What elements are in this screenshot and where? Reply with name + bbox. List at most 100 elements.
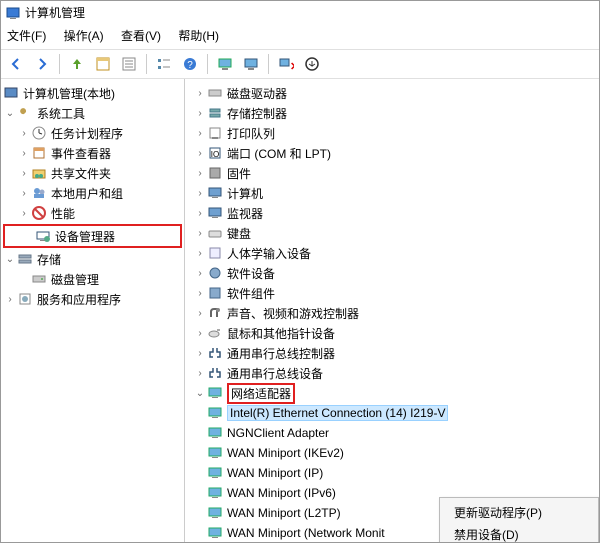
expand-toggle[interactable]: › [193, 88, 207, 99]
device-category-label: 计算机 [227, 185, 263, 202]
right-pane: ›磁盘驱动器›存储控制器›打印队列›IO端口 (COM 和 LPT)›固件›计算… [185, 79, 599, 543]
svg-text:✕: ✕ [290, 61, 294, 72]
device-category-label: 监视器 [227, 205, 263, 222]
expand-toggle[interactable]: › [17, 188, 31, 199]
tree-local-users[interactable]: › 本地用户和组 [3, 183, 182, 203]
expand-toggle[interactable]: ⌄ [193, 388, 207, 399]
expand-toggle[interactable]: › [193, 288, 207, 299]
event-log-icon [31, 145, 47, 161]
services-icon [17, 291, 33, 307]
up-level-icon[interactable] [66, 53, 88, 75]
device-category[interactable]: ›人体学输入设备 [187, 243, 597, 263]
show-tree-icon[interactable] [92, 53, 114, 75]
nav-forward-icon[interactable] [31, 53, 53, 75]
app-window: 计算机管理 文件(F) 操作(A) 查看(V) 帮助(H) ? ✕ [0, 0, 600, 543]
device-item-label: WAN Miniport (IPv6) [227, 486, 336, 500]
expand-toggle[interactable]: › [193, 228, 207, 239]
expand-toggle[interactable]: › [17, 148, 31, 159]
device-category[interactable]: › 监视器 [187, 203, 597, 223]
expand-toggle[interactable]: › [193, 148, 207, 159]
device-category-icon [207, 345, 223, 361]
tree-performance[interactable]: › 性能 [3, 203, 182, 223]
device-item[interactable]: WAN Miniport (IP) [187, 463, 597, 483]
device-category-icon [207, 365, 223, 381]
menu-disable-device[interactable]: 禁用设备(D) [440, 524, 598, 543]
toolbar-separator [268, 54, 269, 74]
svg-text:IO: IO [211, 150, 219, 159]
device-category-icon [207, 305, 223, 321]
device-category[interactable]: ›IO端口 (COM 和 LPT) [187, 143, 597, 163]
expand-toggle[interactable]: › [193, 188, 207, 199]
device-category[interactable]: ›打印队列 [187, 123, 597, 143]
nav-back-icon[interactable] [5, 53, 27, 75]
users-icon [31, 185, 47, 201]
device-category[interactable]: ›软件设备 [187, 263, 597, 283]
expand-toggle[interactable]: › [193, 208, 207, 219]
tree-event-viewer[interactable]: › 事件查看器 [3, 143, 182, 163]
help-icon[interactable]: ? [179, 53, 201, 75]
device-category-icon [207, 185, 223, 201]
tree-services-apps[interactable]: › 服务和应用程序 [3, 289, 182, 309]
tree-storage[interactable]: ⌄ 存储 [3, 249, 182, 269]
nic-icon [207, 485, 223, 501]
expand-toggle[interactable]: › [193, 328, 207, 339]
expand-toggle[interactable]: › [193, 128, 207, 139]
device-item[interactable]: Intel(R) Ethernet Connection (14) I219-V [187, 403, 597, 423]
device-category[interactable]: ›通用串行总线控制器 [187, 343, 597, 363]
device-monitor2-icon[interactable] [240, 53, 262, 75]
menu-help[interactable]: 帮助(H) [178, 29, 219, 43]
expand-toggle[interactable]: › [193, 108, 207, 119]
device-item-label: WAN Miniport (Network Monit [227, 526, 385, 540]
tree-system-tools[interactable]: ⌄ 系统工具 [3, 103, 182, 123]
highlight-network-adapters: 网络适配器 [227, 383, 295, 404]
scan-hardware-icon[interactable] [301, 53, 323, 75]
menu-file[interactable]: 文件(F) [7, 29, 46, 43]
tree-label: 计算机管理(本地) [23, 85, 115, 102]
tree-root[interactable]: 计算机管理(本地) [3, 83, 182, 103]
expand-toggle[interactable]: › [17, 128, 31, 139]
expand-toggle[interactable]: › [193, 268, 207, 279]
expand-toggle[interactable]: › [193, 248, 207, 259]
device-category[interactable]: ›存储控制器 [187, 103, 597, 123]
device-category-network[interactable]: ⌄ 网络适配器 [187, 383, 597, 403]
expand-toggle[interactable]: › [17, 168, 31, 179]
tree-device-manager[interactable]: 设备管理器 [7, 226, 178, 246]
device-item[interactable]: NGNClient Adapter [187, 423, 597, 443]
expand-toggle[interactable]: ⌄ [3, 108, 17, 119]
left-pane: 计算机管理(本地) ⌄ 系统工具 › 任务计划程序 › 事件查看器 [1, 79, 185, 543]
expand-toggle[interactable]: › [3, 294, 17, 305]
expand-toggle[interactable]: › [17, 208, 31, 219]
device-category[interactable]: ›通用串行总线设备 [187, 363, 597, 383]
list-view-icon[interactable] [153, 53, 175, 75]
device-category[interactable]: › 声音、视频和游戏控制器 [187, 303, 597, 323]
mgmt-tree: 计算机管理(本地) ⌄ 系统工具 › 任务计划程序 › 事件查看器 [1, 79, 184, 313]
expand-toggle[interactable]: › [193, 368, 207, 379]
expand-toggle[interactable]: ⌄ [3, 254, 17, 265]
clock-icon [31, 125, 47, 141]
device-category-icon [207, 245, 223, 261]
expand-toggle[interactable]: › [193, 348, 207, 359]
device-category-icon [207, 285, 223, 301]
disable-device-icon[interactable]: ✕ [275, 53, 297, 75]
menu-action[interactable]: 操作(A) [64, 29, 104, 43]
menu-update-driver[interactable]: 更新驱动程序(P) [440, 502, 598, 524]
device-item[interactable]: WAN Miniport (IKEv2) [187, 443, 597, 463]
device-category[interactable]: ›鼠标和其他指针设备 [187, 323, 597, 343]
tree-disk-management[interactable]: 磁盘管理 [3, 269, 182, 289]
device-monitor-icon[interactable] [214, 53, 236, 75]
tree-shared-folders[interactable]: › 共享文件夹 [3, 163, 182, 183]
device-category-label: 声音、视频和游戏控制器 [227, 305, 359, 322]
device-category[interactable]: ›键盘 [187, 223, 597, 243]
tree-task-scheduler[interactable]: › 任务计划程序 [3, 123, 182, 143]
menu-view[interactable]: 查看(V) [121, 29, 161, 43]
highlight-device-manager: 设备管理器 [3, 224, 182, 248]
device-category[interactable]: › 计算机 [187, 183, 597, 203]
device-category[interactable]: ›软件组件 [187, 283, 597, 303]
device-category[interactable]: ›磁盘驱动器 [187, 83, 597, 103]
properties-icon[interactable] [118, 53, 140, 75]
device-category[interactable]: ›固件 [187, 163, 597, 183]
expand-toggle[interactable]: › [193, 168, 207, 179]
device-item-label: WAN Miniport (IKEv2) [227, 446, 344, 460]
nic-icon [207, 465, 223, 481]
expand-toggle[interactable]: › [193, 308, 207, 319]
